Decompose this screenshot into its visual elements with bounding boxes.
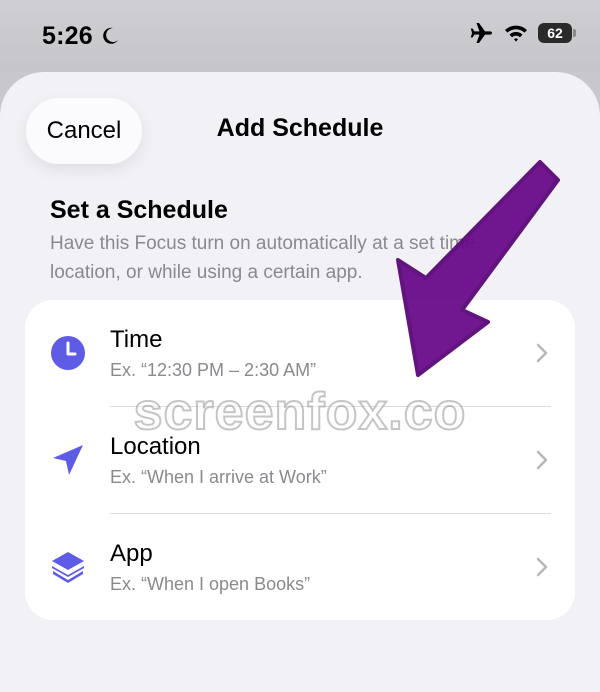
moon-icon — [103, 27, 118, 44]
watermark: screenfox.co — [133, 382, 467, 442]
option-subtitle: Ex. “When I arrive at Work” — [110, 467, 327, 487]
app-layers-icon — [52, 552, 84, 583]
option-title: App — [110, 540, 153, 567]
status-time: 5:26 — [42, 22, 93, 50]
status-bar: 5:26 62 — [0, 0, 600, 72]
annotation-arrow — [396, 160, 560, 377]
clock-icon — [51, 336, 85, 370]
battery-level: 62 — [547, 25, 563, 41]
battery-icon: 62 — [538, 23, 576, 43]
airplane-icon — [470, 23, 492, 43]
chevron-right-icon — [536, 557, 548, 577]
option-title: Time — [110, 326, 163, 353]
status-icons: 62 — [470, 22, 576, 44]
sheet-title: Add Schedule — [216, 114, 384, 142]
location-arrow-icon — [53, 445, 83, 475]
option-subtitle: Ex. “12:30 PM – 2:30 AM” — [110, 360, 317, 380]
chevron-right-icon — [536, 450, 548, 470]
section-title: Set a Schedule — [50, 196, 228, 224]
wifi-icon — [505, 25, 527, 42]
option-app[interactable]: App Ex. “When I open Books” — [25, 514, 575, 620]
option-subtitle: Ex. “When I open Books” — [110, 574, 311, 594]
